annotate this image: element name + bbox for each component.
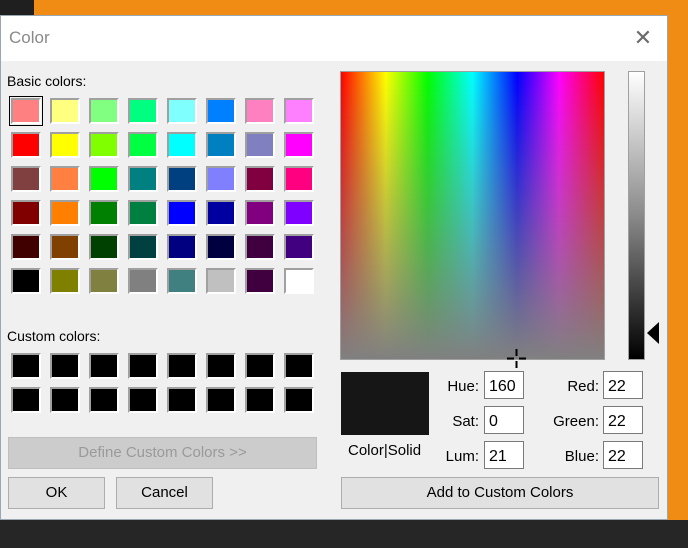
basic-color-swatch[interactable]	[50, 98, 80, 124]
color-dialog: Color ✕ Basic colors: Custom colors: Def…	[0, 15, 668, 520]
blue-input[interactable]	[603, 441, 643, 469]
custom-color-swatch[interactable]	[284, 387, 314, 413]
luminance-slider[interactable]	[628, 71, 645, 360]
basic-color-swatch[interactable]	[245, 166, 275, 192]
basic-color-swatch[interactable]	[167, 200, 197, 226]
green-input[interactable]	[603, 406, 643, 434]
basic-color-swatch[interactable]	[128, 268, 158, 294]
custom-color-swatch[interactable]	[128, 387, 158, 413]
basic-color-swatch[interactable]	[167, 132, 197, 158]
custom-color-swatch[interactable]	[206, 387, 236, 413]
basic-color-swatch[interactable]	[284, 98, 314, 124]
basic-color-swatch[interactable]	[11, 132, 41, 158]
dialog-title: Color	[9, 28, 50, 47]
basic-color-swatch[interactable]	[128, 98, 158, 124]
basic-color-swatch[interactable]	[89, 268, 119, 294]
basic-color-swatch[interactable]	[206, 132, 236, 158]
basic-color-swatch[interactable]	[167, 268, 197, 294]
basic-color-swatch[interactable]	[128, 132, 158, 158]
custom-color-swatch[interactable]	[11, 387, 41, 413]
basic-color-swatch[interactable]	[206, 268, 236, 294]
custom-color-swatch[interactable]	[245, 387, 275, 413]
custom-color-swatch[interactable]	[50, 387, 80, 413]
title-bar: Color ✕	[1, 16, 667, 61]
basic-color-swatch[interactable]	[206, 234, 236, 260]
basic-color-swatch[interactable]	[11, 268, 41, 294]
color-solid-label: Color|Solid	[348, 442, 422, 459]
custom-color-swatch[interactable]	[245, 353, 275, 379]
color-preview	[341, 372, 429, 435]
custom-color-swatch[interactable]	[50, 353, 80, 379]
basic-color-swatch[interactable]	[128, 166, 158, 192]
basic-color-swatch[interactable]	[284, 234, 314, 260]
basic-color-swatch[interactable]	[50, 132, 80, 158]
basic-color-swatch[interactable]	[11, 200, 41, 226]
ok-button[interactable]: OK	[8, 477, 105, 509]
basic-color-swatch[interactable]	[167, 234, 197, 260]
custom-color-swatch[interactable]	[167, 353, 197, 379]
basic-color-swatch[interactable]	[206, 200, 236, 226]
arrow-left-icon[interactable]	[647, 322, 659, 344]
basic-color-swatch[interactable]	[89, 234, 119, 260]
green-label: Green:	[553, 413, 599, 430]
lum-input[interactable]	[484, 441, 524, 469]
basic-color-swatch[interactable]	[89, 132, 119, 158]
basic-color-swatch[interactable]	[89, 98, 119, 124]
basic-color-swatch[interactable]	[128, 200, 158, 226]
define-custom-colors-button[interactable]: Define Custom Colors >>	[8, 437, 317, 469]
custom-color-swatch[interactable]	[284, 353, 314, 379]
basic-color-swatch[interactable]	[50, 200, 80, 226]
custom-color-swatch[interactable]	[167, 387, 197, 413]
custom-color-swatch[interactable]	[11, 353, 41, 379]
custom-color-swatch[interactable]	[206, 353, 236, 379]
red-input[interactable]	[603, 371, 643, 399]
crosshair-icon[interactable]	[507, 349, 526, 368]
custom-color-swatch[interactable]	[128, 353, 158, 379]
basic-color-swatch[interactable]	[89, 166, 119, 192]
basic-color-swatch[interactable]	[89, 200, 119, 226]
red-label: Red:	[567, 378, 599, 395]
basic-color-swatch[interactable]	[50, 268, 80, 294]
basic-color-swatch[interactable]	[50, 234, 80, 260]
basic-color-swatch[interactable]	[206, 166, 236, 192]
cancel-button[interactable]: Cancel	[116, 477, 213, 509]
basic-color-swatch[interactable]	[284, 268, 314, 294]
basic-color-swatch[interactable]	[245, 98, 275, 124]
basic-color-swatch[interactable]	[284, 132, 314, 158]
basic-color-swatch[interactable]	[50, 166, 80, 192]
basic-color-swatch[interactable]	[245, 234, 275, 260]
basic-color-swatch[interactable]	[245, 200, 275, 226]
hue-input[interactable]	[484, 371, 524, 399]
sat-label: Sat:	[452, 413, 479, 430]
basic-color-swatch[interactable]	[11, 166, 41, 192]
basic-color-swatch[interactable]	[167, 166, 197, 192]
basic-color-swatch[interactable]	[206, 98, 236, 124]
hue-label: Hue:	[447, 378, 479, 395]
basic-colors-label: Basic colors:	[7, 73, 87, 89]
color-spectrum[interactable]	[340, 71, 605, 360]
add-to-custom-colors-button[interactable]: Add to Custom Colors	[341, 477, 659, 509]
basic-color-swatch[interactable]	[245, 132, 275, 158]
basic-color-swatch[interactable]	[9, 96, 43, 126]
blue-label: Blue:	[564, 448, 599, 465]
custom-color-swatch[interactable]	[89, 353, 119, 379]
basic-color-swatch[interactable]	[167, 98, 197, 124]
basic-color-swatch[interactable]	[128, 234, 158, 260]
custom-color-swatch[interactable]	[89, 387, 119, 413]
custom-colors-label: Custom colors:	[7, 328, 101, 344]
background-taskbar-strip	[0, 520, 688, 548]
close-icon[interactable]: ✕	[628, 24, 658, 54]
sat-input[interactable]	[484, 406, 524, 434]
basic-color-swatch[interactable]	[11, 234, 41, 260]
basic-color-swatch[interactable]	[245, 268, 275, 294]
basic-color-swatch[interactable]	[284, 166, 314, 192]
basic-color-swatch[interactable]	[284, 200, 314, 226]
lum-label: Lum:	[445, 448, 479, 465]
